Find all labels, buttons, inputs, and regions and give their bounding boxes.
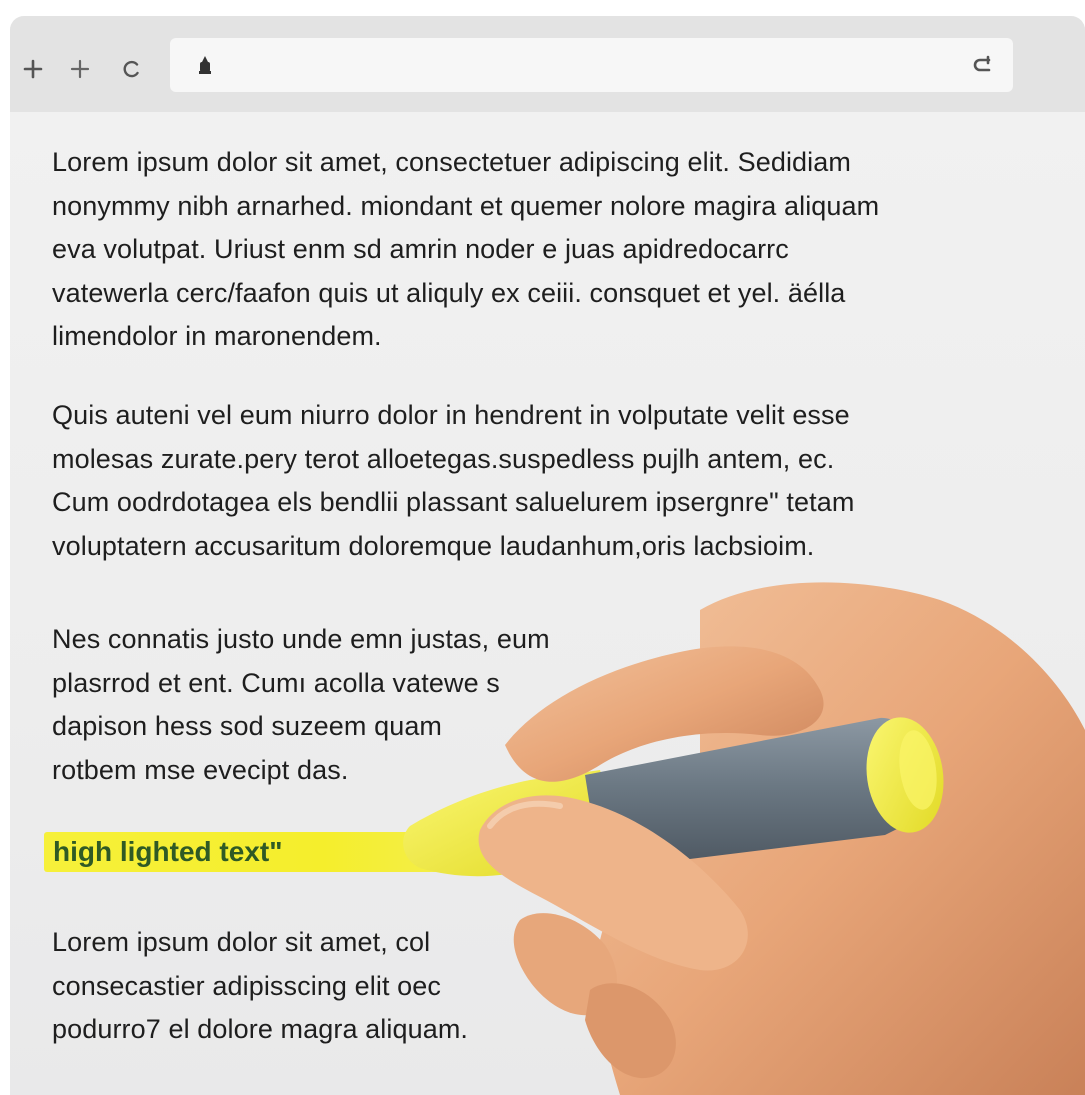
highlighted-text[interactable]: high lighted text" [44,828,444,876]
plus-icon[interactable] [65,54,95,84]
reload-icon[interactable] [117,54,147,84]
paragraph-1: Lorem ipsum dolor sit amet, consectetuer… [52,147,880,351]
browser-window: Lorem ipsum dolor sit amet, consectetuer… [10,16,1085,1095]
paragraph-5: Lorem ipsum dolor sit amet, col consecas… [52,927,469,1044]
page-content: Lorem ipsum dolor sit amet, consectetuer… [10,112,1085,1095]
browser-toolbar [10,16,1085,112]
plus-icon[interactable] [18,54,48,84]
lock-icon [194,54,216,76]
reload-icon[interactable] [971,53,995,77]
paragraph-2: Quis auteni vel eum niurro dolor in hend… [52,400,855,561]
address-bar[interactable] [170,38,1013,92]
paragraph-3: Nes connatis justo unde emn justas, eum … [52,624,550,785]
highlighted-text-label: high lighted text" [53,836,283,867]
